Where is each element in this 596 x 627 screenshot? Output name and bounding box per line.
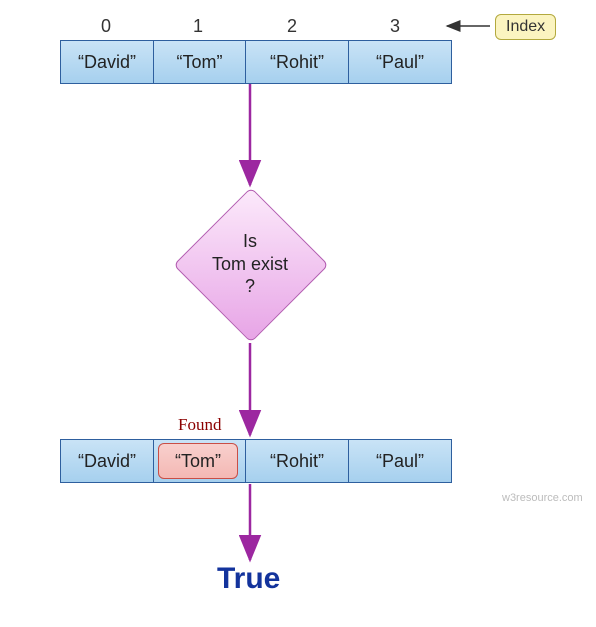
decision-line3: ? (245, 276, 255, 296)
cell-2: “Rohit” (245, 41, 348, 83)
result-array: “David” “Rohit” “Paul” (60, 439, 452, 483)
index-0: 0 (60, 16, 152, 37)
found-label: Found (178, 415, 221, 435)
result-cell-0: “David” (61, 440, 153, 482)
diagram-canvas: { "indices": ["0", "1", "2", "3"], "arra… (0, 0, 596, 627)
cell-0: “David” (61, 41, 153, 83)
result-cell-2: “Rohit” (245, 440, 348, 482)
index-2: 2 (246, 16, 338, 37)
decision-line2: Tom exist (212, 254, 288, 274)
decision-line1: Is (243, 231, 257, 251)
cell-3: “Paul” (348, 41, 451, 83)
index-1: 1 (152, 16, 244, 37)
result-true: True (217, 562, 280, 596)
input-array: “David” “Tom” “Rohit” “Paul” (60, 40, 452, 84)
decision-diamond: Is Tom exist ? (172, 186, 328, 342)
found-highlight: “Tom” (158, 443, 238, 479)
watermark: w3resource.com (502, 492, 583, 504)
index-tag: Index (495, 14, 556, 40)
result-cell-3: “Paul” (348, 440, 451, 482)
cell-1: “Tom” (153, 41, 245, 83)
index-3: 3 (349, 16, 441, 37)
